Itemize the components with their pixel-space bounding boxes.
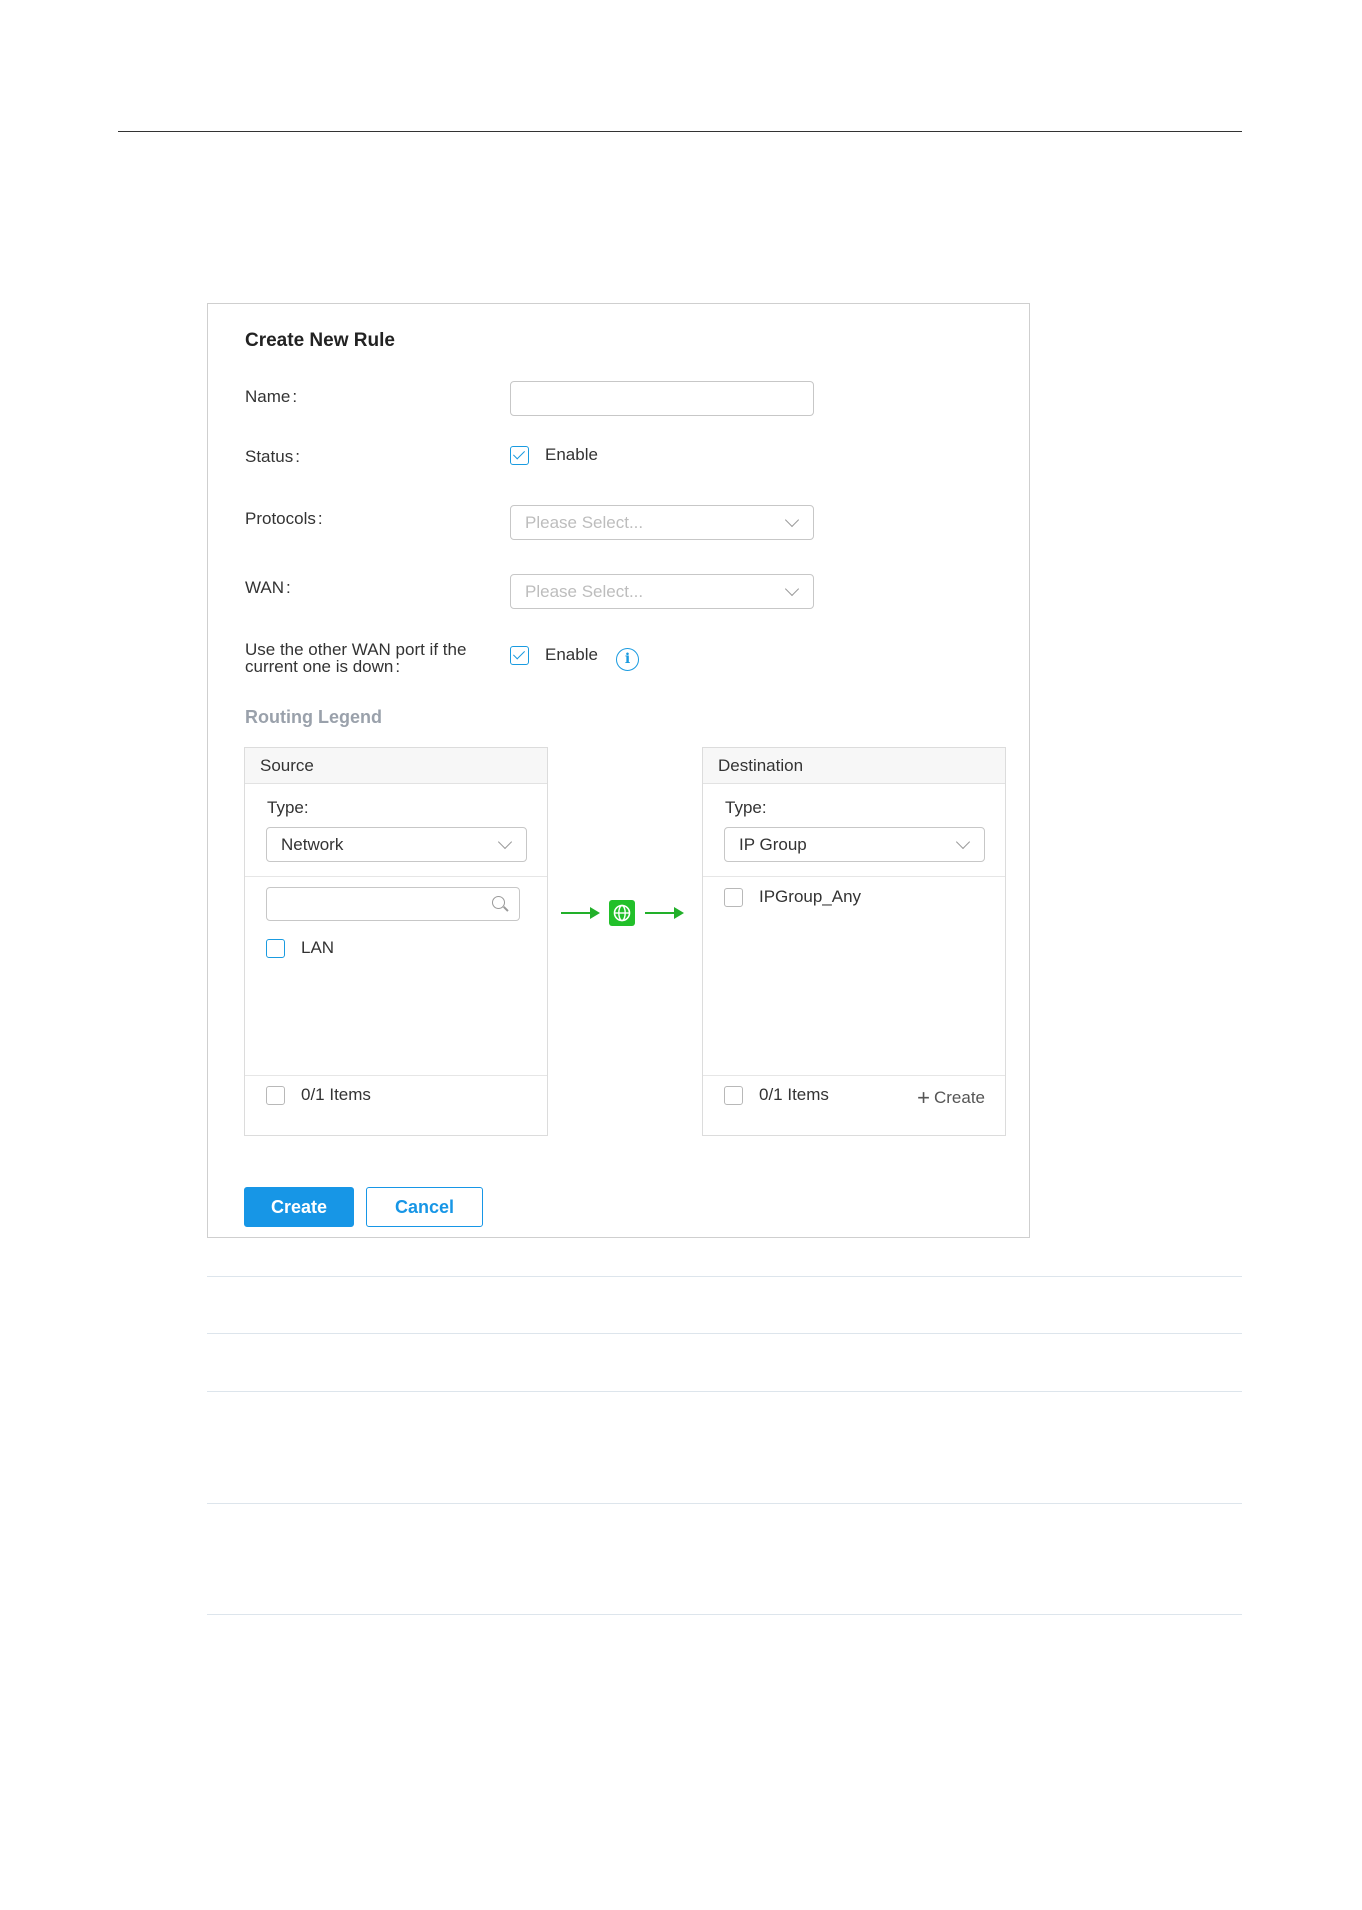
destination-divider <box>703 876 1005 877</box>
arrow-right-icon <box>645 912 675 914</box>
plus-icon: + <box>917 1085 930 1110</box>
protocols-label: Protocols: <box>245 509 323 528</box>
failover-enable-checkbox[interactable] <box>510 646 529 665</box>
destination-create-button[interactable]: + Create <box>917 1085 985 1111</box>
source-select-all-checkbox[interactable] <box>266 1086 285 1105</box>
source-divider <box>245 876 547 877</box>
name-label: Name: <box>245 387 298 406</box>
protocols-placeholder: Please Select... <box>525 512 644 532</box>
routing-legend-title: Routing Legend <box>245 707 382 727</box>
source-type-select[interactable]: Network <box>266 827 527 862</box>
table-row-divider <box>207 1503 1242 1504</box>
source-header: Source <box>245 748 547 784</box>
globe-icon <box>609 900 635 926</box>
table-row-divider <box>207 1614 1242 1615</box>
arrow-right-icon <box>590 907 600 919</box>
destination-select-all-checkbox[interactable] <box>724 1086 743 1105</box>
chevron-down-icon <box>497 834 513 850</box>
status-label: Status: <box>245 447 300 466</box>
arrow-right-icon <box>561 912 591 914</box>
source-item-lan-checkbox[interactable] <box>266 939 285 958</box>
destination-item-ipgroup-any-label: IPGroup_Any <box>759 887 862 906</box>
source-search-input[interactable] <box>266 887 520 921</box>
wan-placeholder: Please Select... <box>525 581 644 601</box>
chevron-down-icon <box>784 581 800 597</box>
dialog-title: Create New Rule <box>245 330 395 351</box>
search-icon <box>492 896 505 909</box>
source-item-lan-label: LAN <box>301 938 335 957</box>
failover-enable-label: Enable <box>545 645 598 664</box>
source-count: 0/1 Items <box>301 1085 371 1104</box>
info-icon[interactable]: i <box>616 648 639 671</box>
destination-footer-divider <box>703 1075 1005 1076</box>
wan-label: WAN: <box>245 578 291 597</box>
destination-type-select[interactable]: IP Group <box>724 827 985 862</box>
status-enable-checkbox[interactable] <box>510 446 529 465</box>
destination-item-ipgroup-any-checkbox[interactable] <box>724 888 743 907</box>
source-type-value: Network <box>281 834 344 854</box>
page-top-rule <box>118 131 1242 132</box>
wan-select[interactable]: Please Select... <box>510 574 814 609</box>
table-row-divider <box>207 1333 1242 1334</box>
create-button[interactable]: Create <box>244 1187 354 1227</box>
destination-type-value: IP Group <box>739 834 807 854</box>
failover-label: Use the other WAN port if the current on… <box>245 640 467 676</box>
source-type-label: Type: <box>267 798 309 817</box>
chevron-down-icon <box>955 834 971 850</box>
source-footer-divider <box>245 1075 547 1076</box>
create-rule-dialog: Create New Rule Name: Status: Enable Pro… <box>207 303 1030 1238</box>
destination-box: Destination Type: IP Group IPGroup_Any 0… <box>702 747 1006 1136</box>
protocols-select[interactable]: Please Select... <box>510 505 814 540</box>
destination-type-label: Type: <box>725 798 767 817</box>
destination-count: 0/1 Items <box>759 1085 829 1104</box>
table-row-divider <box>207 1391 1242 1392</box>
chevron-down-icon <box>784 512 800 528</box>
status-enable-label: Enable <box>545 445 598 464</box>
cancel-button[interactable]: Cancel <box>366 1187 483 1227</box>
source-box: Source Type: Network LAN 0/1 Items <box>244 747 548 1136</box>
destination-header: Destination <box>703 748 1005 784</box>
arrow-right-icon <box>674 907 684 919</box>
name-input[interactable] <box>510 381 814 416</box>
table-row-divider <box>207 1276 1242 1277</box>
